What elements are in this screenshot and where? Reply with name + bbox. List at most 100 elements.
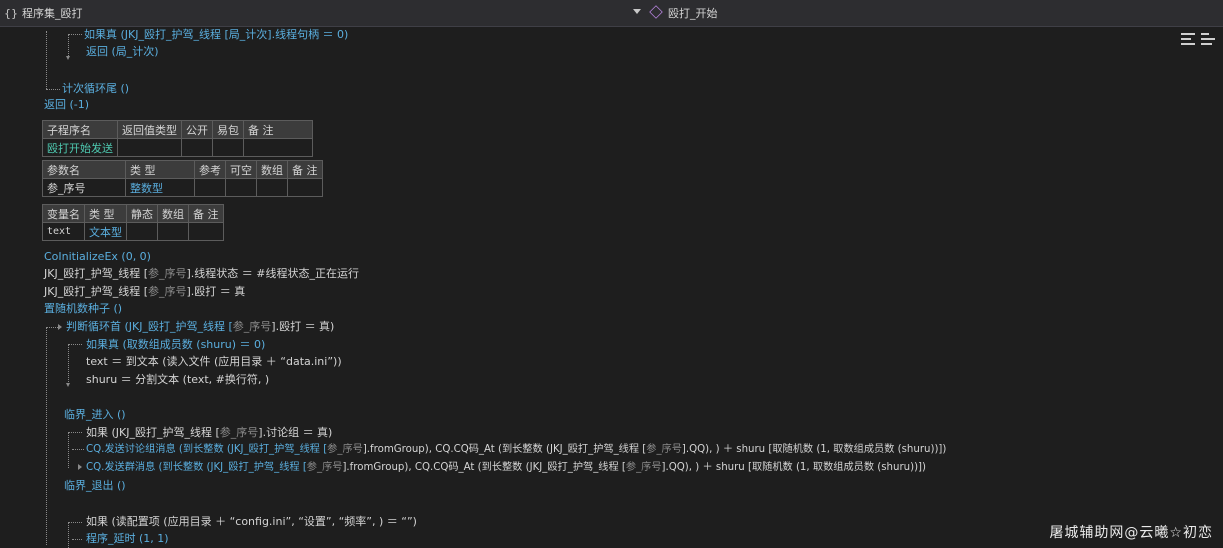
code-token: JKJ_殴打_护驾_线程 [ (44, 285, 148, 298)
table-cell[interactable] (126, 222, 158, 241)
table-header: 数组 (256, 160, 288, 179)
flow-arrow-icon (58, 324, 62, 330)
code-line[interactable]: 判断循环首 (JKJ_殴打_护驾_线程 [参_序号].殴打 ＝ 真) (66, 318, 334, 335)
table-header: 数组 (157, 204, 189, 223)
assembly-name: 程序集_殴打 (22, 7, 83, 20)
return-statement: 返回 (-1) (44, 98, 90, 111)
code-token: JKJ_殴打_护驾_线程 [ (44, 267, 148, 280)
subroutine-table: 子程序名 返回值类型 公开 易包 备 注 殴打开始发送 (42, 120, 313, 157)
table-header: 备 注 (243, 120, 313, 139)
subroutine-selector[interactable]: 殴打_开始 (649, 5, 718, 21)
code-token: 参_序号 (148, 285, 187, 298)
table-cell[interactable] (117, 138, 182, 157)
if-true-statement: 如果真 (取数组成员数 (shuru) ＝ 0) (86, 338, 266, 351)
table-header: 子程序名 (42, 120, 118, 139)
flow-guide (68, 34, 69, 56)
table-cell[interactable] (243, 138, 313, 157)
code-line[interactable]: 如果 (JKJ_殴打_护驾_线程 [参_序号].讨论组 ＝ 真) (86, 424, 332, 441)
flow-guide (68, 344, 69, 384)
code-line[interactable]: text ＝ 到文本 (读入文件 (应用目录 ＋ “data.ini”)) (86, 353, 342, 370)
critical-exit-call: 临界_退出 () (64, 479, 126, 492)
flow-guide (46, 327, 47, 545)
code-line[interactable]: 如果 (读配置项 (应用目录 ＋ “config.ini”, “设置”, “频率… (86, 513, 417, 530)
table-cell[interactable] (188, 222, 224, 241)
assignment-statement: text ＝ 到文本 (读入文件 (应用目录 ＋ “data.ini”)) (86, 355, 342, 368)
table-cell[interactable] (157, 222, 189, 241)
table-cell[interactable] (212, 138, 244, 157)
flow-guide (68, 432, 69, 468)
flow-guide (68, 34, 82, 35)
variable-name-cell[interactable]: text (42, 222, 85, 241)
code-token: 判断循环首 (JKJ_殴打_护驾_线程 [ (66, 320, 233, 333)
code-token: 参_序号 (306, 462, 343, 473)
code-line[interactable]: 如果真 (JKJ_殴打_护驾_线程 [局_计次].线程句柄 ＝ 0) (84, 26, 348, 43)
code-line[interactable]: 计次循环尾 () (62, 80, 129, 97)
code-line[interactable]: CoInitializeEx (0, 0) (44, 248, 151, 265)
flow-arrow-icon (66, 383, 70, 387)
code-nav-bar: {} 程序集_殴打 殴打_开始 (0, 0, 1223, 27)
table-cell[interactable] (194, 178, 226, 197)
chevron-down-icon[interactable] (633, 9, 641, 14)
code-token: 参_序号 (148, 267, 187, 280)
subroutine-name: 殴打_开始 (668, 7, 718, 20)
namespace-icon: {} (4, 7, 18, 20)
api-call: 置随机数种子 () (44, 302, 123, 315)
code-line[interactable]: CQ.发送群消息 (到长整数 (JKJ_殴打_护驾_线程 [参_序号].from… (86, 459, 926, 476)
table-cell[interactable] (181, 138, 213, 157)
api-call: CoInitializeEx (0, 0) (44, 250, 151, 263)
code-editor[interactable]: 如果真 (JKJ_殴打_护驾_线程 [局_计次].线程句柄 ＝ 0) 返回 (局… (0, 26, 1223, 548)
code-line[interactable]: 返回 (局_计次) (86, 43, 159, 60)
code-line[interactable]: shuru ＝ 分割文本 (text, #换行符, ) (86, 371, 269, 388)
code-line[interactable]: CQ.发送讨论组消息 (到长整数 (JKJ_殴打_护驾_线程 [ 参_序号].fr… (86, 441, 946, 458)
table-header: 公开 (181, 120, 213, 139)
code-token: ].线程状态 ＝ #线程状态_正在运行 (186, 267, 360, 280)
flow-guide (68, 432, 82, 433)
flow-guide (72, 449, 84, 450)
code-token: ].fromGroup), CQ.CQ码_At (到长整数 (JKJ_殴打_护驾… (362, 444, 647, 455)
assembly-selector[interactable]: {} 程序集_殴打 (4, 5, 83, 21)
critical-enter-call: 临界_进入 () (64, 408, 126, 421)
flow-guide (68, 522, 82, 523)
table-header: 静态 (126, 204, 158, 223)
code-line[interactable]: 如果真 (取数组成员数 (shuru) ＝ 0) (86, 336, 265, 353)
table-header: 参数名 (42, 160, 126, 179)
table-header: 备 注 (188, 204, 224, 223)
table-header: 易包 (212, 120, 244, 139)
code-line[interactable]: 临界_退出 () (64, 477, 126, 494)
code-token: 参_序号 (219, 426, 259, 439)
code-token: ].QQ), ) ＋ shuru [取随机数 (1, 取数组成员数 (shuru… (681, 444, 947, 455)
table-cell[interactable] (225, 178, 257, 197)
code-line[interactable]: 返回 (-1) (44, 96, 89, 113)
flow-guide (46, 327, 58, 328)
code-token: ].fromGroup), CQ.CQ码_At (到长整数 (JKJ_殴打_护驾… (342, 462, 626, 473)
code-token: 如果 (JKJ_殴打_护驾_线程 [ (86, 426, 220, 439)
parameter-type-cell[interactable]: 整数型 (125, 178, 195, 197)
table-header: 变量名 (42, 204, 85, 223)
flow-guide (68, 522, 69, 548)
table-cell[interactable] (287, 178, 323, 197)
code-line[interactable]: 程序_延时 (1, 1) (86, 530, 169, 547)
code-line[interactable]: JKJ_殴打_护驾_线程 [参_序号].殴打 ＝ 真 (44, 283, 245, 300)
code-line[interactable]: 置随机数种子 () (44, 300, 122, 317)
variable-type-cell[interactable]: 文本型 (84, 222, 127, 241)
table-cell[interactable] (256, 178, 288, 197)
table-header: 类 型 (84, 204, 127, 223)
parameter-name-cell[interactable]: 参_序号 (42, 178, 126, 197)
if-true-statement: 如果真 (JKJ_殴打_护驾_线程 [局_计次].线程句柄 ＝ 0) (84, 28, 349, 41)
watermark: 屠城辅助网@云曦☆初恋 (1049, 525, 1213, 541)
table-header: 参考 (194, 160, 226, 179)
delay-call: 程序_延时 (1, 1) (86, 532, 169, 545)
code-token: 参_序号 (232, 320, 272, 333)
flow-guide (68, 344, 82, 345)
flow-arrow-icon (66, 56, 70, 60)
assignment-statement: shuru ＝ 分割文本 (text, #换行符, ) (86, 373, 270, 386)
code-line[interactable]: 临界_进入 () (64, 406, 126, 423)
code-token: CQ.发送讨论组消息 (到长整数 (JKJ_殴打_护驾_线程 [ (86, 444, 328, 455)
code-token: 参_序号 (646, 444, 682, 455)
flow-guide (46, 31, 47, 89)
subroutine-name-cell[interactable]: 殴打开始发送 (42, 138, 118, 157)
flow-guide (72, 539, 82, 540)
code-line[interactable]: JKJ_殴打_护驾_线程 [参_序号].线程状态 ＝ #线程状态_正在运行 (44, 265, 359, 282)
flow-arrow-icon (78, 464, 82, 470)
table-header: 类 型 (125, 160, 195, 179)
